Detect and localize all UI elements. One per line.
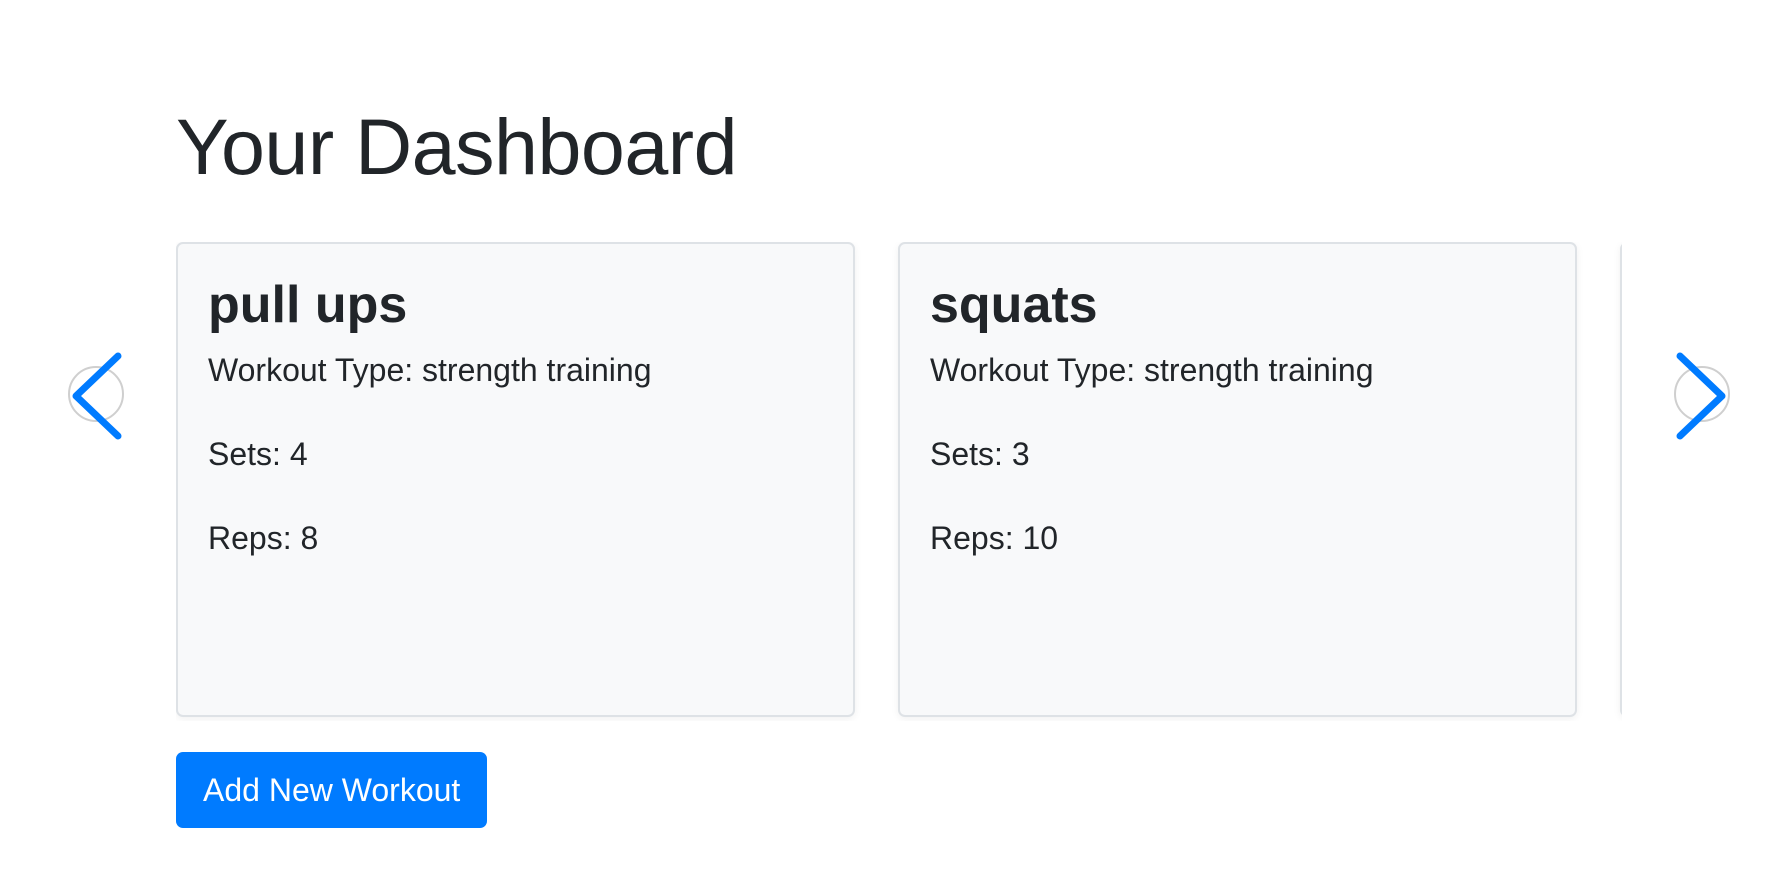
- workout-name: squats: [930, 276, 1098, 334]
- workout-sets: Sets: 3: [930, 436, 1030, 473]
- workout-type: Workout Type: strength training: [208, 352, 652, 389]
- workout-card[interactable]: pull ups Workout Type: strength training…: [176, 242, 855, 717]
- carousel-next-button[interactable]: [1670, 352, 1734, 440]
- workout-card-partial[interactable]: [1620, 242, 1622, 717]
- workout-reps: Reps: 10: [930, 520, 1059, 557]
- workout-reps: Reps: 8: [208, 520, 319, 557]
- add-new-workout-button[interactable]: Add New Workout: [176, 752, 488, 828]
- carousel-prev-button[interactable]: [64, 352, 128, 440]
- workout-card[interactable]: squats Workout Type: strength training S…: [898, 242, 1577, 717]
- chevron-left-icon: [72, 352, 122, 440]
- workout-sets: Sets: 4: [208, 436, 308, 473]
- chevron-right-icon: [1676, 352, 1726, 440]
- workout-carousel: pull ups Workout Type: strength training…: [176, 242, 1622, 721]
- page-title: Your Dashboard: [176, 102, 738, 191]
- workout-name: pull ups: [208, 276, 408, 334]
- workout-type: Workout Type: strength training: [930, 352, 1374, 389]
- carousel-track: pull ups Workout Type: strength training…: [176, 242, 1622, 721]
